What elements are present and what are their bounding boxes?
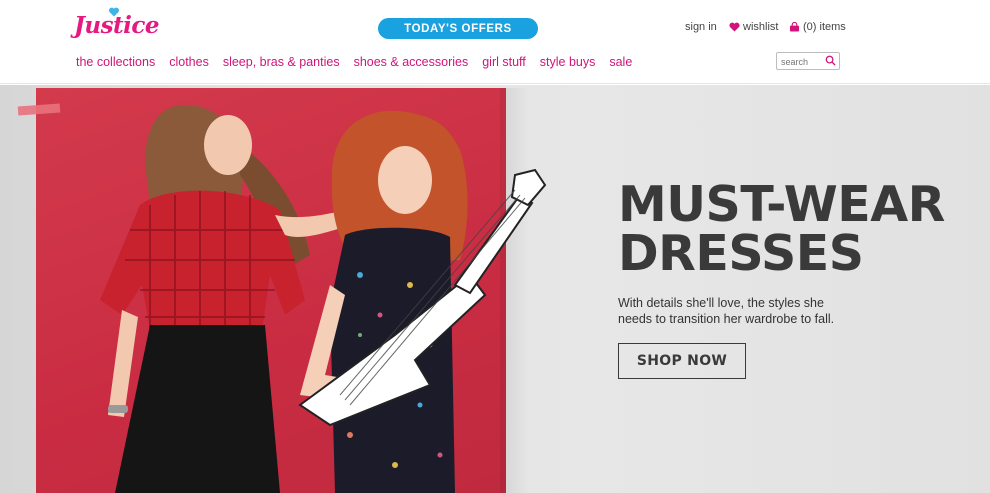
hero-subtitle: With details she'll love, the styles she… (618, 296, 835, 326)
logo-heart-icon (108, 7, 120, 17)
hero-title: MUST-WEAR DRESSES (618, 180, 945, 278)
todays-offers-button[interactable]: TODAY'S OFFERS (378, 18, 538, 39)
site-header: Justice TODAY'S OFFERS sign in wishlist … (0, 0, 990, 84)
nav-item-shoes-accessories[interactable]: shoes & accessories (354, 55, 469, 69)
nav-item-clothes[interactable]: clothes (169, 55, 209, 69)
shopping-bag-link[interactable]: (0) items (789, 21, 846, 33)
sign-in-link[interactable]: sign in (685, 21, 717, 33)
hero-banner[interactable]: MUST-WEAR DRESSES With details she'll lo… (0, 85, 990, 493)
shop-now-button[interactable]: SHOP NOW (618, 343, 746, 379)
nav-item-style-buys[interactable]: style buys (540, 55, 596, 69)
shopping-bag-icon (789, 22, 800, 32)
bag-count-label: (0) items (803, 21, 846, 33)
main-navigation: the collections clothes sleep, bras & pa… (76, 55, 646, 69)
search-box (776, 52, 840, 70)
hero-title-line-2: DRESSES (618, 225, 864, 282)
hero-title-line-1: MUST-WEAR (618, 176, 945, 233)
nav-item-sleep-bras-panties[interactable]: sleep, bras & panties (223, 55, 340, 69)
wishlist-label: wishlist (743, 21, 779, 33)
sign-in-label: sign in (685, 21, 717, 33)
hero-photo-girls-with-guitar (100, 105, 547, 493)
nav-item-the-collections[interactable]: the collections (76, 55, 155, 69)
heart-icon (729, 22, 740, 32)
justice-logo[interactable]: Justice (74, 6, 160, 42)
search-input[interactable] (781, 55, 825, 68)
wishlist-link[interactable]: wishlist (729, 21, 778, 33)
nav-item-girl-stuff[interactable]: girl stuff (482, 55, 526, 69)
nav-item-sale[interactable]: sale (609, 55, 632, 69)
search-icon[interactable] (825, 55, 836, 66)
